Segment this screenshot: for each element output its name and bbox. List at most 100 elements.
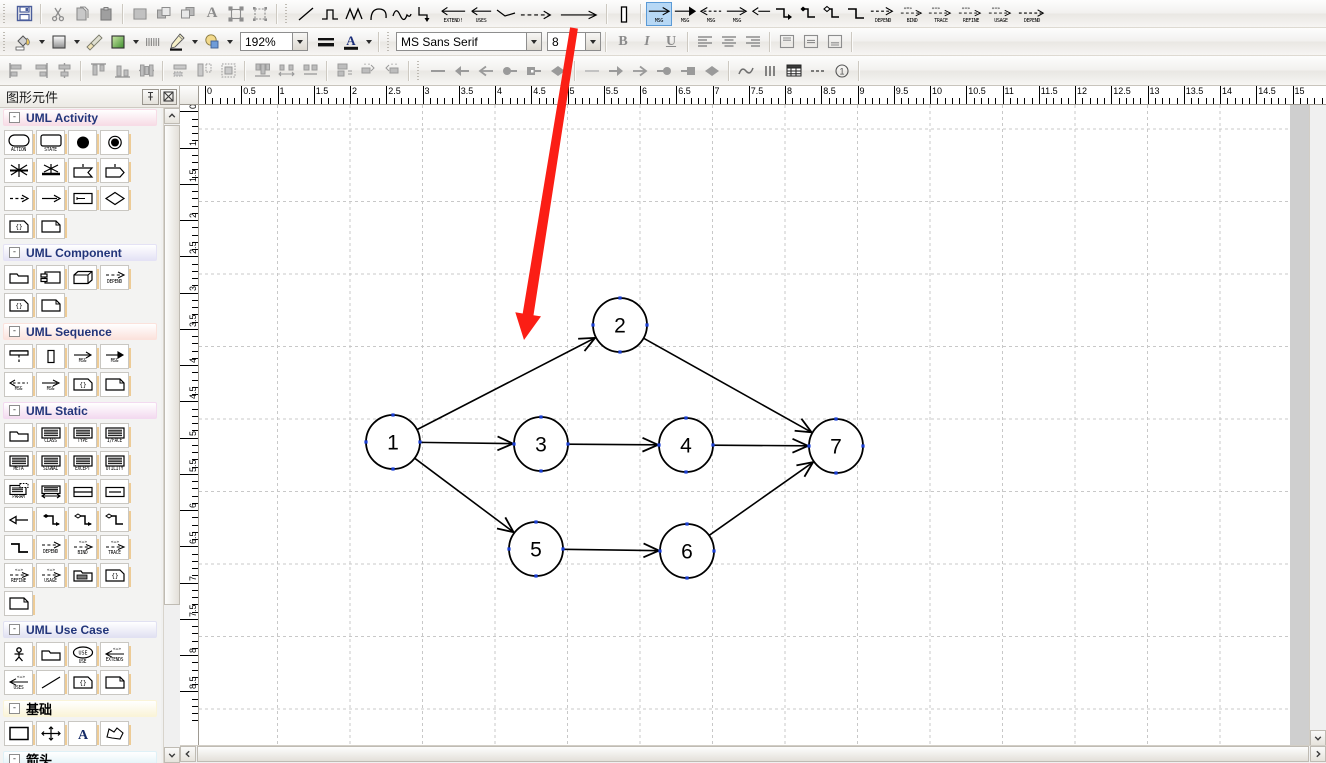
curve-button[interactable] bbox=[734, 59, 758, 83]
msg-arrow-return-icon[interactable]: MSG bbox=[36, 372, 65, 397]
signal-class-icon[interactable]: SIGNAL bbox=[36, 451, 65, 476]
end-state-icon[interactable] bbox=[100, 130, 129, 155]
selection-handle[interactable] bbox=[685, 576, 688, 579]
dashes-button[interactable] bbox=[806, 59, 830, 83]
composition-elbow-button[interactable] bbox=[820, 2, 844, 26]
shape-fill-button[interactable] bbox=[106, 30, 130, 54]
distribute-top-button[interactable] bbox=[86, 59, 110, 83]
pen-button[interactable] bbox=[165, 30, 189, 54]
trace-arrow-icon[interactable]: «=»TRACE bbox=[100, 535, 129, 560]
elbow-arrow-button[interactable] bbox=[772, 2, 796, 26]
palette-group-header[interactable]: -UML Use Case bbox=[3, 621, 157, 638]
note-box-icon[interactable] bbox=[68, 186, 97, 211]
msg-open-left-button[interactable] bbox=[750, 2, 772, 26]
elbow-down-shape-button[interactable] bbox=[414, 2, 438, 26]
shapes-palette[interactable]: -UML ActivityACTIONSTATE{}-UML Component… bbox=[0, 108, 161, 763]
selection-handle[interactable] bbox=[534, 574, 537, 577]
diagram-edge[interactable] bbox=[568, 444, 659, 445]
constraint-icon[interactable]: {} bbox=[68, 372, 97, 397]
format-fill-button[interactable] bbox=[128, 2, 152, 26]
same-width-button[interactable] bbox=[168, 59, 192, 83]
canvas-scroll-down-button[interactable] bbox=[1310, 730, 1326, 746]
selection-handle[interactable] bbox=[684, 470, 687, 473]
diagram-node[interactable]: 6 bbox=[658, 522, 715, 579]
arc-line-shape-button[interactable] bbox=[366, 2, 390, 26]
selection-handle[interactable] bbox=[539, 415, 542, 418]
selection-handle[interactable] bbox=[534, 520, 537, 523]
selection-handle[interactable] bbox=[645, 323, 648, 326]
dashed-arrow-shape-button[interactable] bbox=[518, 2, 558, 26]
selection-handle[interactable] bbox=[591, 323, 594, 326]
collapse-toggle-icon[interactable]: - bbox=[9, 624, 20, 635]
msg-arrow-dashed-icon[interactable]: MSG bbox=[4, 372, 33, 397]
bring-forward-button[interactable] bbox=[152, 2, 176, 26]
text-a-icon[interactable]: A bbox=[68, 721, 97, 746]
rectangle-icon[interactable] bbox=[4, 721, 33, 746]
font-size-value[interactable]: 8 bbox=[547, 32, 585, 51]
msg-open-arrow-button[interactable]: MSG bbox=[646, 2, 672, 26]
canvas-scroll-thumb[interactable] bbox=[197, 746, 1309, 762]
use-case-icon[interactable]: USEUSE bbox=[68, 642, 97, 667]
line-start-open-arrow-button[interactable] bbox=[628, 59, 652, 83]
component-icon[interactable] bbox=[36, 265, 65, 290]
diagram-node[interactable]: 4 bbox=[657, 416, 714, 473]
long-arrow-shape-button[interactable] bbox=[558, 2, 602, 26]
constraint-icon[interactable]: {} bbox=[4, 214, 33, 239]
activation-bar-shape-button[interactable] bbox=[612, 2, 636, 26]
selection-handle[interactable] bbox=[507, 547, 510, 550]
depend-arrow-icon[interactable]: DEPEND bbox=[36, 535, 65, 560]
diagram-edge[interactable] bbox=[420, 442, 514, 443]
diagram-edge[interactable] bbox=[415, 458, 515, 533]
toolbar-grip[interactable] bbox=[386, 32, 393, 52]
toolbar-grip[interactable] bbox=[416, 61, 423, 81]
same-height-button[interactable] bbox=[192, 59, 216, 83]
line-end-circle-button[interactable] bbox=[498, 59, 522, 83]
collapse-toggle-icon[interactable]: - bbox=[9, 112, 20, 123]
diagram-edges[interactable] bbox=[415, 337, 814, 557]
msg-return-arrow-button[interactable]: MSG bbox=[724, 2, 750, 26]
order-button[interactable] bbox=[332, 59, 356, 83]
line-start-square-button[interactable] bbox=[676, 59, 700, 83]
step-line-shape-button[interactable] bbox=[318, 2, 342, 26]
palette-group-header[interactable]: -基础 bbox=[3, 700, 157, 717]
diagram-edge[interactable] bbox=[417, 337, 596, 429]
toolbar-grip[interactable] bbox=[2, 32, 9, 52]
aggregation-elbow-icon[interactable] bbox=[36, 507, 65, 532]
gradient-dropdown[interactable] bbox=[71, 31, 82, 53]
rotate-right-button[interactable] bbox=[380, 59, 404, 83]
selection-handle[interactable] bbox=[861, 444, 864, 447]
paste-button[interactable] bbox=[94, 2, 118, 26]
collapse-toggle-icon[interactable]: - bbox=[9, 326, 20, 337]
scroll-up-button[interactable] bbox=[164, 108, 180, 124]
align-right-button[interactable] bbox=[741, 30, 765, 54]
depend-connector-button[interactable]: DEPEND bbox=[868, 2, 898, 26]
scroll-down-button[interactable] bbox=[164, 747, 180, 763]
selection-handle[interactable] bbox=[657, 443, 660, 446]
toolbar-grip[interactable] bbox=[284, 4, 291, 24]
metaclass-icon[interactable]: META bbox=[4, 451, 33, 476]
collapse-toggle-icon[interactable]: - bbox=[9, 405, 20, 416]
type-icon[interactable]: TYPE bbox=[68, 423, 97, 448]
decision-diamond-icon[interactable] bbox=[100, 186, 129, 211]
diagram-svg[interactable]: 1234567 bbox=[199, 105, 1310, 746]
table-button[interactable] bbox=[782, 59, 806, 83]
line-start-circle-button[interactable] bbox=[652, 59, 676, 83]
note-icon[interactable] bbox=[4, 591, 33, 616]
elbow-plain-icon[interactable] bbox=[4, 535, 33, 560]
line-end-filled-arrow-button[interactable] bbox=[450, 59, 474, 83]
italic-button[interactable]: I bbox=[635, 30, 659, 54]
pattern-button[interactable] bbox=[141, 30, 165, 54]
align-objects-center-button[interactable] bbox=[52, 59, 76, 83]
note-icon[interactable] bbox=[36, 214, 65, 239]
final-state-filled-icon[interactable] bbox=[68, 130, 97, 155]
font-color-dropdown[interactable] bbox=[363, 31, 374, 53]
horizontal-ruler[interactable]: 00.511.522.533.544.555.566.577.588.599.5… bbox=[199, 86, 1326, 105]
package-icon[interactable] bbox=[4, 265, 33, 290]
diagram-edge[interactable] bbox=[713, 445, 809, 446]
selection-handle[interactable] bbox=[512, 442, 515, 445]
signal-send-icon[interactable] bbox=[100, 158, 129, 183]
cut-button[interactable] bbox=[46, 2, 70, 26]
valign-middle-button[interactable] bbox=[799, 30, 823, 54]
selection-handle[interactable] bbox=[418, 440, 421, 443]
selection-handle[interactable] bbox=[561, 547, 564, 550]
